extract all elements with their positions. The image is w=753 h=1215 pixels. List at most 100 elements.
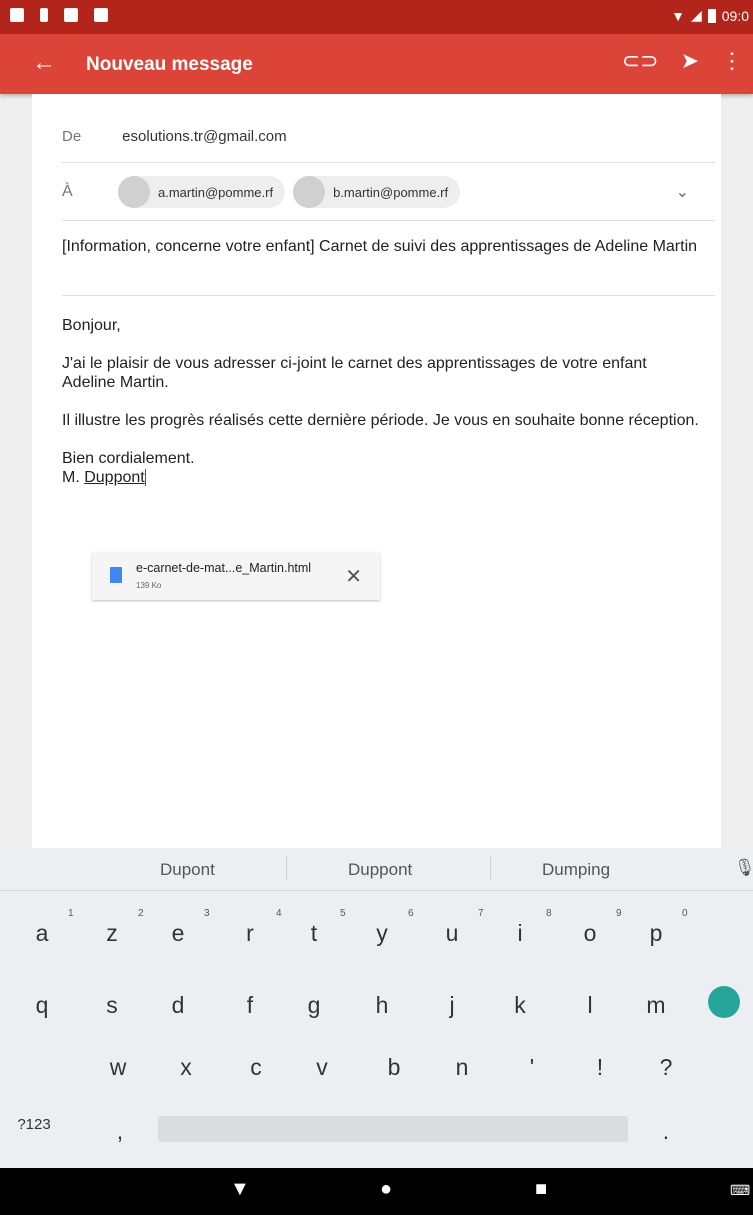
divider	[286, 856, 287, 880]
recipient-chip[interactable]: a.martin@pomme.rf	[118, 176, 286, 208]
to-label: À	[62, 183, 73, 200]
wifi-icon: ▼	[671, 7, 685, 24]
recipient-chip[interactable]: b.martin@pomme.rf	[293, 176, 461, 208]
keyboard: Dupont Duppont Dumping 🎙 a1z2e3r4t5y6u7i…	[0, 848, 753, 1168]
key-f[interactable]: f	[220, 992, 280, 1019]
from-label: De	[62, 128, 82, 145]
key-hint: 0	[682, 908, 688, 919]
suggestion[interactable]: Dumping	[542, 860, 610, 880]
key-hint: 6	[408, 908, 414, 919]
notification-icons	[10, 8, 108, 22]
enter-icon[interactable]	[708, 986, 740, 1018]
body-field[interactable]: Bonjour, J'ai le plaisir de vous adresse…	[62, 316, 702, 487]
bag-notification-icon	[64, 8, 78, 22]
more-vert-icon[interactable]: ⋮	[721, 48, 743, 74]
key-'[interactable]: '	[502, 1054, 562, 1081]
avatar	[118, 176, 150, 208]
chevron-down-icon[interactable]: ⌄	[676, 182, 689, 202]
body-paragraph: Il illustre les progrès réalisés cette d…	[62, 412, 699, 429]
key-z[interactable]: z	[82, 920, 142, 947]
key-hint: 5	[340, 908, 346, 919]
key-e[interactable]: e	[148, 920, 208, 947]
recipient-email: a.martin@pomme.rf	[158, 184, 274, 200]
send-icon[interactable]: ➤	[681, 48, 699, 74]
keyboard-icon[interactable]: ⌨	[730, 1182, 750, 1199]
key-r[interactable]: r	[220, 920, 280, 947]
signature: M. Duppont	[62, 468, 702, 487]
key-x[interactable]: x	[156, 1054, 216, 1081]
key-o[interactable]: o	[560, 920, 620, 947]
system-icons: ▼ ◢ 09:0	[671, 7, 749, 24]
suggestion[interactable]: Dupont	[160, 860, 215, 880]
navigation-bar: ▼ ● ■ ⌨	[0, 1168, 753, 1215]
suggestion[interactable]: Duppont	[348, 860, 412, 880]
key-a[interactable]: a	[12, 920, 72, 947]
key-hint: 2	[138, 908, 144, 919]
close-icon[interactable]: ✕	[345, 564, 362, 589]
key-l[interactable]: l	[560, 992, 620, 1019]
key-t[interactable]: t	[284, 920, 344, 947]
attach-icon[interactable]: ⊂⊃	[622, 48, 659, 74]
key-g[interactable]: g	[284, 992, 344, 1019]
key-v[interactable]: v	[292, 1054, 352, 1081]
key-k[interactable]: k	[490, 992, 550, 1019]
key-p[interactable]: p	[626, 920, 686, 947]
key-c[interactable]: c	[226, 1054, 286, 1081]
page-title: Nouveau message	[86, 54, 253, 75]
divider	[62, 162, 715, 163]
key-i[interactable]: i	[490, 920, 550, 947]
to-row[interactable]: À a.martin@pomme.rf b.martin@pomme.rf	[62, 176, 468, 208]
key-m[interactable]: m	[626, 992, 686, 1019]
nav-back-icon[interactable]: ▼	[230, 1178, 250, 1201]
key-d[interactable]: d	[148, 992, 208, 1019]
compose-form: De esolutions.tr@gmail.com À a.martin@po…	[32, 94, 721, 848]
attachment-name: e-carnet-de-mat...e_Martin.html	[136, 561, 312, 575]
divider	[62, 295, 715, 296]
recipient-email: b.martin@pomme.rf	[333, 184, 449, 200]
greeting: Bonjour,	[62, 317, 121, 334]
back-arrow-icon[interactable]: ←	[32, 48, 56, 78]
key-j[interactable]: j	[422, 992, 482, 1019]
body-paragraph: J'ai le plaisir de vous adresser ci-join…	[62, 355, 647, 391]
attachment-card[interactable]: e-carnet-de-mat...e_Martin.html 139 Ko ✕	[92, 552, 380, 600]
signal-icon: ◢	[690, 7, 702, 23]
key-w[interactable]: w	[88, 1054, 148, 1081]
app-bar-actions: ⊂⊃ ➤ ⋮	[622, 48, 743, 74]
key-hint: 4	[276, 908, 282, 919]
divider	[490, 856, 491, 880]
key-hint: 9	[616, 908, 622, 919]
period-key[interactable]: .	[636, 1118, 696, 1145]
closing: Bien cordialement.	[62, 450, 195, 467]
comma-key[interactable]: ,	[90, 1118, 150, 1145]
key-n[interactable]: n	[432, 1054, 492, 1081]
key-u[interactable]: u	[422, 920, 482, 947]
battery-icon	[707, 8, 716, 23]
key-q[interactable]: q	[12, 992, 72, 1019]
key-?[interactable]: ?	[636, 1054, 696, 1081]
key-hint: 3	[204, 908, 210, 919]
space-bar[interactable]	[158, 1116, 628, 1142]
subject-field[interactable]: [Information, concerne votre enfant] Car…	[62, 236, 702, 257]
from-value: esolutions.tr@gmail.com	[122, 128, 287, 145]
suggestion-bar: Dupont Duppont Dumping 🎙	[0, 848, 753, 891]
signature-name: Duppont	[84, 469, 146, 486]
app-bar: ← Nouveau message ⊂⊃ ➤ ⋮	[0, 34, 753, 94]
file-icon	[110, 567, 122, 583]
nav-home-icon[interactable]: ●	[380, 1178, 392, 1201]
key-hint: 7	[478, 908, 484, 919]
from-row[interactable]: De esolutions.tr@gmail.com	[62, 128, 287, 145]
key-y[interactable]: y	[352, 920, 412, 947]
key-h[interactable]: h	[352, 992, 412, 1019]
clock: 09:0	[721, 7, 749, 24]
symbols-key[interactable]: ?123	[4, 1116, 64, 1133]
key-![interactable]: !	[570, 1054, 630, 1081]
nav-recents-icon[interactable]: ■	[535, 1178, 547, 1201]
key-s[interactable]: s	[82, 992, 142, 1019]
person-notification-icon	[40, 8, 48, 22]
mic-icon[interactable]: 🎙	[734, 858, 753, 878]
key-b[interactable]: b	[364, 1054, 424, 1081]
key-hint: 1	[68, 908, 74, 919]
avatar	[293, 176, 326, 208]
divider	[62, 220, 715, 221]
key-hint: 8	[546, 908, 552, 919]
